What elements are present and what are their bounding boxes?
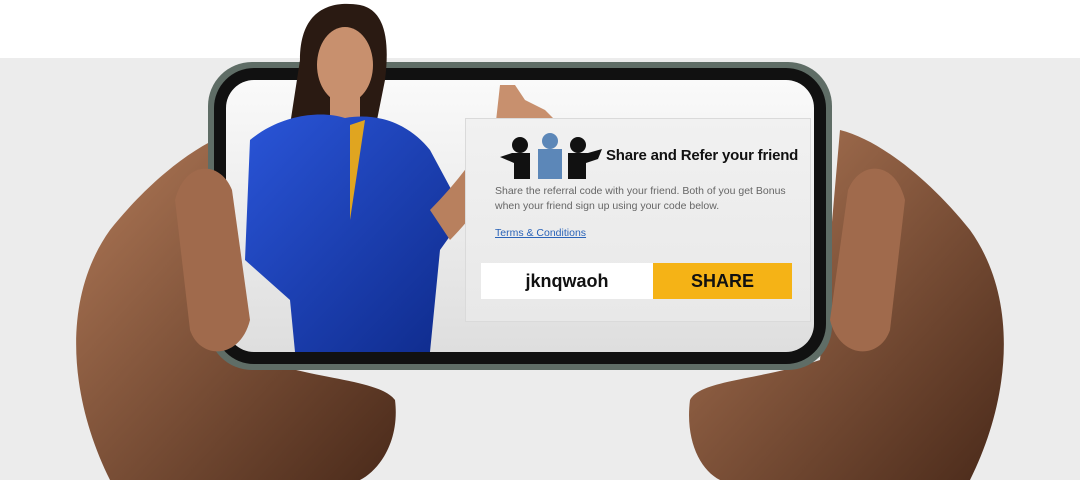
card-title: Share and Refer your friend — [606, 147, 799, 164]
card-description: Share the referral code with your friend… — [495, 185, 786, 212]
terms-link[interactable]: Terms & Conditions — [495, 227, 586, 239]
referral-code-field[interactable]: jknqwaoh — [481, 263, 653, 299]
share-button[interactable]: SHARE — [653, 263, 792, 299]
referral-card: Share and Refer your friend Share the re… — [465, 118, 811, 322]
people-share-icon — [500, 133, 602, 179]
